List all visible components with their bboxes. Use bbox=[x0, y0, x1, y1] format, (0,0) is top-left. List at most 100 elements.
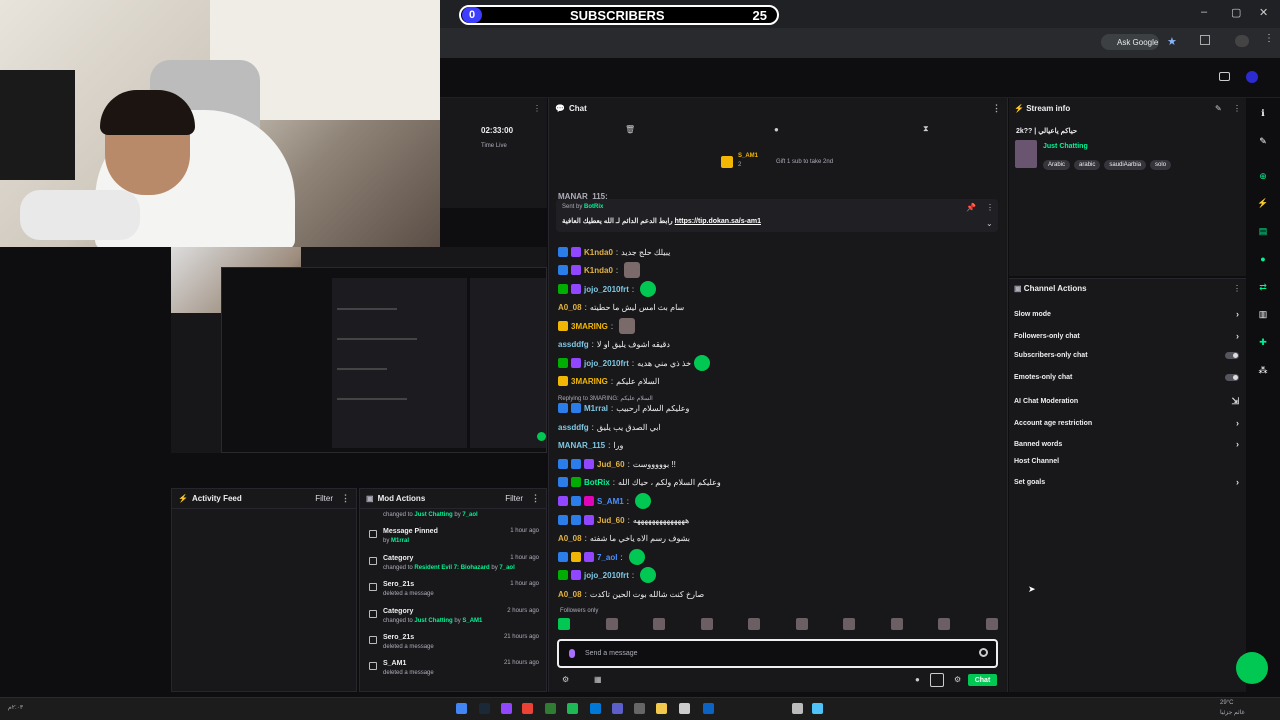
taskbar-app-icon[interactable] bbox=[812, 703, 823, 714]
chat-username[interactable]: jojo_2010frt bbox=[584, 359, 629, 368]
chat-bubble-icon[interactable]: ● bbox=[774, 125, 779, 134]
mod-filter-button[interactable]: Filter bbox=[505, 494, 523, 503]
chat-username[interactable]: K1nda0 bbox=[584, 248, 613, 257]
pinned-link[interactable]: https://tip.dokan.sa/s-am1 bbox=[675, 218, 761, 225]
chat-input[interactable]: Send a message bbox=[557, 639, 998, 668]
minimize-icon[interactable]: – bbox=[1201, 6, 1207, 18]
taskbar-app-icon[interactable] bbox=[656, 703, 667, 714]
chat-message[interactable]: jojo_2010frt: bbox=[558, 281, 657, 297]
chat-message[interactable]: A0_08: سام بث امس ليش ما حطيته bbox=[558, 299, 684, 315]
channel-action-item[interactable]: Set goals › bbox=[1014, 477, 1239, 487]
channel-action-item[interactable]: Emotes-only chat bbox=[1014, 374, 1239, 381]
quick-emote-icon[interactable] bbox=[938, 618, 951, 630]
taskbar-app-icon[interactable] bbox=[501, 703, 512, 714]
chat-message[interactable]: S_AM1: bbox=[558, 493, 651, 509]
channel-action-item[interactable]: Subscribers-only chat bbox=[1014, 352, 1239, 359]
activity-filter-button[interactable]: Filter bbox=[315, 494, 333, 503]
pin-icon[interactable]: 📌 bbox=[966, 203, 976, 212]
link-icon[interactable]: ⇄ bbox=[1257, 281, 1269, 293]
chat-message[interactable]: 7_aol: bbox=[558, 549, 645, 565]
target-icon[interactable]: ⊕ bbox=[1257, 170, 1269, 182]
support-chat-button[interactable] bbox=[1236, 652, 1268, 684]
trash-icon[interactable]: 🗑 bbox=[625, 125, 635, 134]
stream-category[interactable]: Just Chatting bbox=[1043, 143, 1088, 150]
chat-message[interactable]: A0_08: بشوف رسم الاه ياخي ما شفته bbox=[558, 530, 690, 546]
chat-username[interactable]: 3MARING bbox=[571, 377, 608, 386]
chat-username[interactable]: M1rral bbox=[584, 404, 608, 413]
chat-username[interactable]: S_AM1 bbox=[597, 497, 624, 506]
quick-emote-icon[interactable] bbox=[700, 618, 713, 630]
chat-message[interactable]: K1nda0: bbox=[558, 262, 641, 278]
bolt-icon[interactable]: ⚡ bbox=[1257, 197, 1269, 209]
quick-emote-icon[interactable] bbox=[985, 618, 998, 630]
chat-message[interactable]: K1nda0: يبيلك حلج جديد bbox=[558, 244, 670, 260]
chat-message[interactable]: 3MARING: bbox=[558, 318, 636, 334]
chat-username[interactable]: A0_08 bbox=[558, 303, 582, 312]
quick-emote-icon[interactable] bbox=[653, 618, 666, 630]
server-icon[interactable]: ▥ bbox=[1257, 308, 1269, 320]
channel-actions-menu-icon[interactable]: ⋮ bbox=[1233, 284, 1241, 293]
chat-message[interactable]: 3MARING: السلام عليكم bbox=[558, 373, 659, 389]
bookmark-star-icon[interactable]: ★ bbox=[1167, 35, 1177, 48]
taskbar-app-icon[interactable] bbox=[590, 703, 601, 714]
chat-username[interactable]: Jud_60 bbox=[597, 516, 625, 525]
chat-message[interactable]: assddfg: ابي الصدق يب يليق bbox=[558, 419, 661, 435]
chat-message[interactable]: MANAR_115: ورا bbox=[558, 437, 623, 453]
chat-username[interactable]: A0_08 bbox=[558, 590, 582, 599]
quick-emote-icon[interactable] bbox=[605, 618, 618, 630]
profile-avatar[interactable] bbox=[1235, 35, 1249, 47]
channel-action-item[interactable]: Followers-only chat › bbox=[1014, 331, 1239, 341]
taskbar-app-icon[interactable] bbox=[456, 703, 467, 714]
taskbar-app-icon[interactable] bbox=[634, 703, 645, 714]
user-avatar[interactable] bbox=[1246, 71, 1258, 83]
taskbar-app-icon[interactable] bbox=[567, 703, 578, 714]
pinned-message[interactable]: Sent by BotRix رابط الدعم الدائم لـ الله… bbox=[556, 199, 998, 232]
send-chat-button[interactable]: Chat bbox=[968, 674, 997, 686]
mod-menu-icon[interactable]: ⋮ bbox=[531, 493, 540, 504]
pinned-expand-icon[interactable]: ⌄ bbox=[986, 219, 993, 228]
chat-menu-icon[interactable]: ⋮ bbox=[992, 103, 1001, 114]
taskbar-app-icon[interactable] bbox=[522, 703, 533, 714]
chat-username[interactable]: MANAR_115 bbox=[558, 441, 605, 450]
chat-message[interactable]: Jud_60: بوووووست !! bbox=[558, 456, 676, 472]
taskbar-app-icon[interactable] bbox=[792, 703, 803, 714]
stream-tag[interactable]: solo bbox=[1150, 160, 1172, 170]
channel-action-item[interactable]: AI Chat Moderation ⇲ bbox=[1014, 396, 1239, 407]
chat-username[interactable]: A0_08 bbox=[558, 534, 582, 543]
channel-action-item[interactable]: Host Channel bbox=[1014, 458, 1239, 465]
chat-message[interactable]: assddfg: دقيقه اشوف يليق او لا bbox=[558, 336, 670, 352]
chat-message[interactable]: BotRix: وعليكم السلام ولكم ، حياك الله bbox=[558, 474, 721, 490]
chat-username[interactable]: BotRix bbox=[584, 478, 610, 487]
pencil-icon[interactable]: ✎ bbox=[1257, 135, 1269, 147]
studio-layout-icon[interactable] bbox=[1219, 72, 1230, 81]
stats-menu-icon[interactable]: ⋮ bbox=[533, 104, 541, 113]
info-icon[interactable]: ℹ bbox=[1257, 107, 1269, 119]
share-icon[interactable]: ⁂ bbox=[1257, 364, 1269, 376]
mic-icon[interactable] bbox=[569, 649, 575, 658]
message-icon[interactable]: ● bbox=[1257, 253, 1269, 265]
chat-username[interactable]: K1nda0 bbox=[584, 266, 613, 275]
chat-mode-icon[interactable]: ● bbox=[915, 675, 920, 684]
extensions-icon[interactable] bbox=[1200, 35, 1210, 45]
chat-message[interactable]: Jud_60: ههههههههههههههه bbox=[558, 512, 689, 528]
stream-tag[interactable]: arabic bbox=[1074, 160, 1101, 170]
file-icon[interactable]: ▤ bbox=[1257, 225, 1269, 237]
channel-action-item[interactable]: Slow mode › bbox=[1014, 309, 1239, 319]
quick-emote-icon[interactable] bbox=[795, 618, 808, 630]
wrench-icon[interactable]: ✚ bbox=[1257, 336, 1269, 348]
hourglass-icon[interactable]: ⧗ bbox=[923, 124, 929, 134]
emote-bar[interactable] bbox=[558, 618, 998, 634]
mute-icon[interactable] bbox=[930, 673, 944, 687]
taskbar-app-icon[interactable] bbox=[703, 703, 714, 714]
toggle-switch[interactable] bbox=[1225, 374, 1239, 381]
chat-settings-icon[interactable]: ⚙ bbox=[562, 675, 569, 684]
channel-action-item[interactable]: Account age restriction › bbox=[1014, 418, 1239, 428]
taskbar-app-icon[interactable] bbox=[612, 703, 623, 714]
stream-info-menu-icon[interactable]: ⋮ bbox=[1233, 104, 1241, 113]
calendar-icon[interactable]: ▦ bbox=[594, 675, 602, 684]
chat-message[interactable]: M1rral: وعليكم السلام ارحبيب bbox=[558, 400, 689, 416]
taskbar-app-icon[interactable] bbox=[479, 703, 490, 714]
stream-tag[interactable]: Arabic bbox=[1043, 160, 1071, 170]
chat-username[interactable]: jojo_2010frt bbox=[584, 571, 629, 580]
chat-username[interactable]: 3MARING bbox=[571, 322, 608, 331]
